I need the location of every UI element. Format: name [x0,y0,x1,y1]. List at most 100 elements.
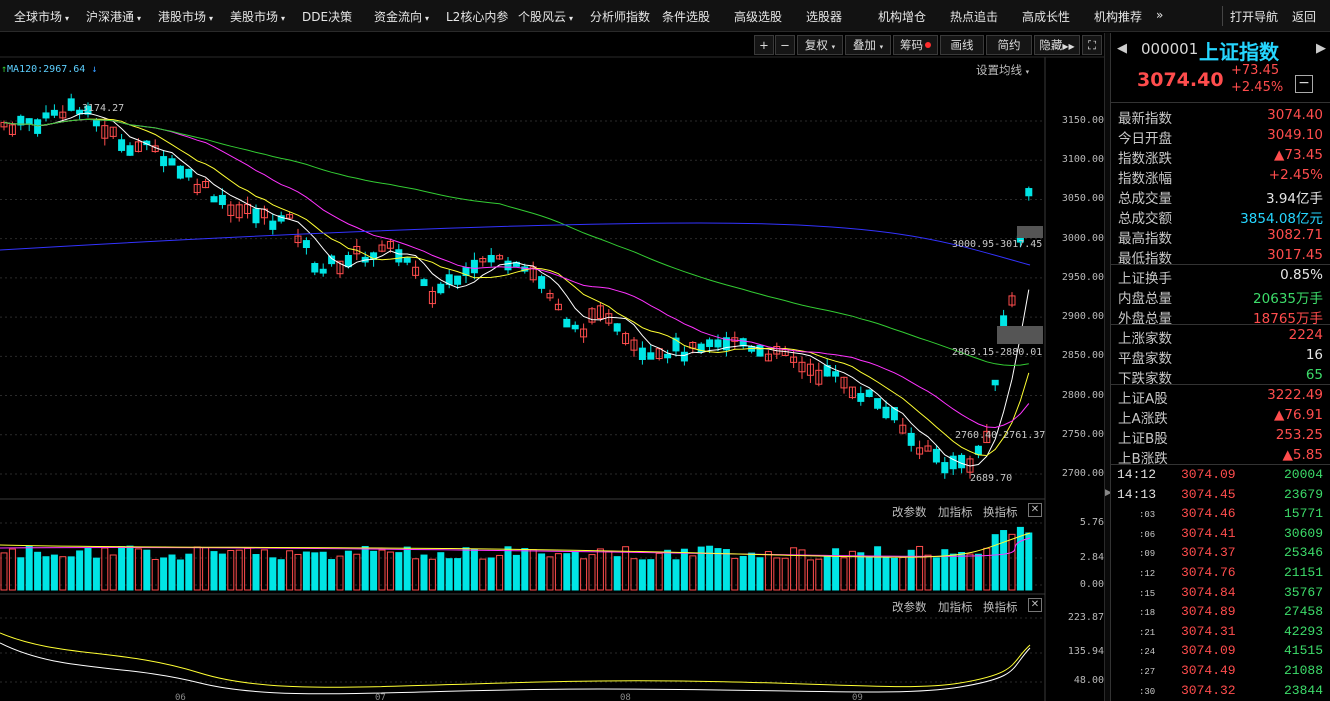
tick-time: 14:13 [1117,486,1157,502]
back-button[interactable]: 返回 [1292,8,1316,25]
overlay-button[interactable]: 叠加 ▾ [845,35,891,55]
menu-item-label: 高级选股 [734,10,783,24]
volume-tick-label: 5.76 [1079,517,1104,528]
tick-row: :21 3074.31 42293 [1111,623,1327,643]
candle-body [437,283,445,294]
set-ma-button[interactable]: 设置均线 ▾ [976,62,1029,78]
chips-button[interactable]: 筹码 [893,35,938,55]
indicator-close-icon[interactable]: ✕ [1028,598,1042,612]
hide-panel-button[interactable]: 隐藏▶▶ [1034,35,1080,55]
stat-row: 上A涨跌 ▲76.91 [1111,405,1327,427]
menu-item-13[interactable]: 热点追击 [950,8,998,25]
month-label: 06 [175,693,186,701]
volume-add-indicator-button[interactable]: 加指标 [938,504,973,520]
restore-rights-button[interactable]: 复权 ▾ [797,35,843,55]
candle-body [67,98,75,111]
menu-item-3[interactable]: 美股市场 ▾ [230,8,285,25]
stat-row: 内盘总量 20635万手 [1111,285,1327,307]
tick-price: 3074.41 [1181,525,1236,541]
volume-bar [319,551,327,591]
volume-bar [269,557,277,591]
menu-item-2[interactable]: 港股市场 ▾ [158,8,213,25]
price-tick-label: 3100.00 [1061,154,1104,166]
menu-item-14[interactable]: 高成长性 [1022,8,1070,25]
volume-bar [218,553,226,591]
menu-item-7[interactable]: 个股风云 ▾ [518,8,573,25]
tick-price: 3074.37 [1181,545,1236,561]
menu-item-10[interactable]: 高级选股 [734,8,782,25]
menu-more-icon[interactable]: » [1156,8,1163,22]
stat-value: 65 [1305,367,1323,383]
next-stock-icon[interactable]: ▶ [1316,41,1326,56]
indicator-add-button[interactable]: 加指标 [938,599,973,615]
volume-close-icon[interactable]: ✕ [1028,503,1042,517]
candle-body [470,259,478,274]
volume-bar [403,546,411,591]
volume-switch-indicator-button[interactable]: 换指标 [983,504,1018,520]
menu-item-11[interactable]: 选股器 [806,8,842,25]
month-label: 07 [375,693,386,701]
volume-bar [932,557,940,591]
month-label: 08 [620,693,631,701]
menu-item-15[interactable]: 机构推荐 [1094,8,1142,25]
tick-price: 3074.09 [1181,643,1236,659]
collapse-quote-button[interactable]: − [1295,75,1313,93]
stat-label: 内盘总量 [1118,291,1172,307]
candle-body [941,462,949,474]
tick-volume: 15771 [1283,506,1323,522]
simple-mode-button[interactable]: 简约 [986,35,1032,55]
quote-panel: ◀ 000001 上证指数 ▶ 3074.40 +73.45 +2.45% − … [1110,33,1330,701]
menu-item-6[interactable]: L2核心内参 [446,8,508,25]
candle-body [454,275,462,285]
volume-bar [991,534,999,591]
stat-value: 3854.08亿元 [1240,211,1323,227]
volume-bar [529,549,537,591]
candle-body [126,145,134,156]
volume-bar [974,553,982,591]
volume-bar [1025,532,1033,591]
open-navigation-button[interactable]: 打开导航 [1230,8,1278,25]
menu-item-1[interactable]: 沪深港通 ▾ [86,8,141,25]
tick-row: :09 3074.37 25346 [1111,544,1327,564]
fullscreen-icon: ⛶ [1087,38,1097,52]
fullscreen-button[interactable]: ⛶ [1082,35,1102,55]
hide-label: 隐藏 [1039,38,1063,52]
candle-body [395,249,403,263]
menu-item-label: 选股器 [806,10,843,24]
volume-bar [420,554,428,591]
section-divider [1111,264,1330,265]
menu-item-8[interactable]: 分析师指数 [590,8,650,25]
volume-params-button[interactable]: 改参数 [892,504,927,520]
volume-bar [1008,533,1016,591]
menu-item-5[interactable]: 资金流向 ▾ [374,8,429,25]
menu-item-4[interactable]: DDE决策 [302,8,352,25]
menu-item-label: 分析师指数 [590,10,651,24]
tick-time: :15 [1139,588,1156,599]
price-tick-label: 3000.00 [1061,232,1104,244]
stat-value: ▲76.91 [1273,407,1323,423]
candle-body [865,389,873,398]
zoom-out-button[interactable]: − [775,35,795,55]
volume-bar [874,546,882,591]
candle-body [680,351,688,362]
volume-bar [949,553,957,591]
indicator-switch-button[interactable]: 换指标 [983,599,1018,615]
stat-label: 上证B股 [1118,431,1168,447]
stat-label: 上涨家数 [1118,331,1172,347]
menu-item-12[interactable]: 机构增仓 [878,8,926,25]
indicator-params-button[interactable]: 改参数 [892,599,927,615]
menu-item-9[interactable]: 条件选股 [662,8,710,25]
candle-body [756,344,764,357]
candle-body [302,240,310,249]
ma20-line [3,118,1030,429]
candle-body [34,119,42,134]
volume-bar [487,557,495,591]
prev-stock-icon[interactable]: ◀ [1117,41,1127,56]
zoom-in-button[interactable]: + [754,35,774,55]
kline-chart-area[interactable]: + − 复权 ▾ 叠加 ▾ 筹码 画线 简约 隐藏▶▶ ⛶ ↑MA120:296… [0,33,1104,701]
tick-row: :18 3074.89 27458 [1111,603,1327,623]
volume-bar [664,549,672,591]
menu-item-0[interactable]: 全球市场 ▾ [14,8,69,25]
volume-bar [647,559,655,591]
draw-line-button[interactable]: 画线 [940,35,984,55]
